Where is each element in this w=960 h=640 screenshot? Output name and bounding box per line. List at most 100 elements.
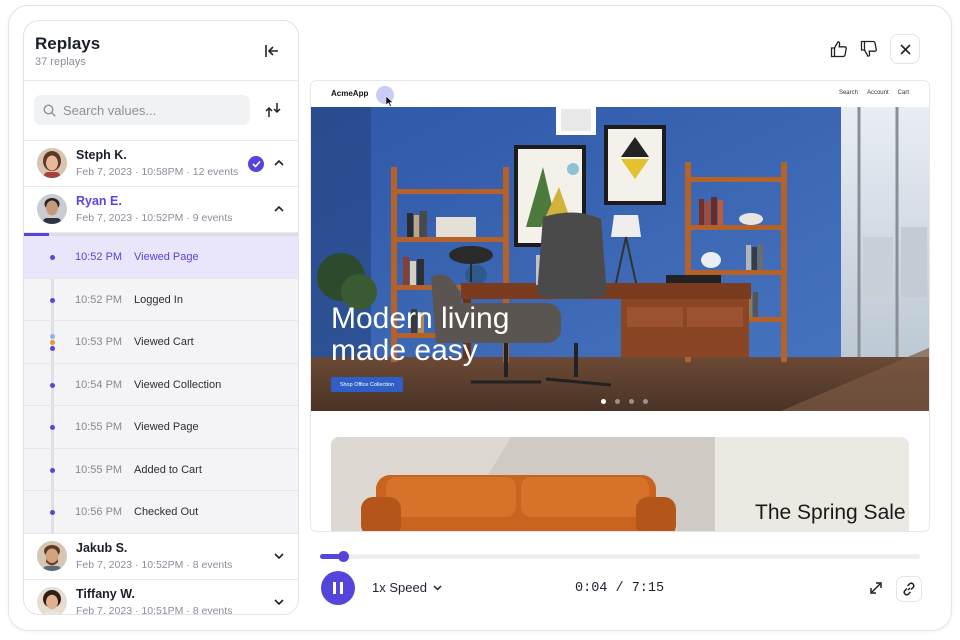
search-icon — [43, 103, 56, 117]
copy-link-button[interactable] — [896, 576, 922, 602]
carousel-dot[interactable] — [615, 399, 620, 404]
thumbs-up-button[interactable] — [824, 34, 854, 64]
event-time: 10:54 PM — [75, 378, 123, 391]
link-icon — [903, 582, 915, 596]
viewed-check-icon — [248, 156, 264, 172]
search-box — [34, 95, 250, 125]
fullscreen-button[interactable] — [866, 578, 886, 598]
event-row[interactable]: 10:52 PM Logged In — [24, 279, 298, 321]
carousel-dot[interactable] — [601, 399, 606, 404]
avatar — [37, 194, 67, 224]
replays-sidebar: Replays 37 replays Steph K. Feb 7, 2023 … — [23, 20, 299, 615]
user-meta: Feb 7, 2023 · 10:52PM · 9 events — [76, 212, 233, 224]
event-time: 10:53 PM — [75, 336, 123, 348]
event-row[interactable]: 10:56 PM Checked Out — [24, 491, 298, 534]
event-dot — [50, 382, 55, 388]
shop-collection-button[interactable]: Shop Office Collection — [331, 377, 403, 392]
site-logo: AcmeApp — [331, 89, 369, 98]
chevron-down-icon[interactable] — [272, 549, 286, 563]
event-time: 10:55 PM — [75, 421, 123, 433]
replay-row-ryan[interactable]: Ryan E. Feb 7, 2023 · 10:52PM · 9 events — [24, 187, 298, 233]
avatar — [37, 540, 67, 571]
hero-headline-line2: made easy — [331, 334, 478, 367]
chevron-up-icon[interactable] — [272, 202, 286, 216]
thumbs-up-icon — [830, 41, 847, 58]
event-label: Viewed Page — [134, 251, 199, 263]
event-label: Viewed Collection — [134, 378, 222, 391]
user-meta: Feb 7, 2023 · 10:52PM · 8 events — [76, 558, 233, 571]
promo-title: The Spring Sale — [755, 501, 906, 524]
event-time: 10:55 PM — [75, 463, 123, 476]
hero-banner: Modern living made easy Shop Office Coll… — [311, 107, 929, 411]
avatar — [37, 586, 67, 614]
avatar — [37, 148, 67, 178]
event-label: Checked Out — [134, 506, 199, 518]
user-name: Jakub S. — [76, 540, 128, 555]
close-button[interactable] — [890, 34, 920, 64]
sort-button[interactable] — [262, 99, 284, 121]
carousel-dots — [601, 399, 648, 404]
site-nav-cart[interactable]: Cart — [898, 90, 909, 96]
event-list: 10:52 PM Viewed Page 10:52 PM Logged In 10… — [24, 236, 298, 534]
event-label: Added to Cart — [134, 463, 202, 476]
pause-icon — [333, 582, 343, 594]
scrubber-handle[interactable] — [337, 551, 349, 562]
user-name: Tiffany W. — [76, 586, 135, 601]
playback-time: 0:04 / 7:15 — [575, 581, 665, 596]
event-dot — [50, 425, 55, 430]
replay-row-steph[interactable]: Steph K. Feb 7, 2023 · 10:58PM · 12 even… — [24, 141, 298, 187]
speed-label: 1x Speed — [372, 580, 427, 595]
event-cluster-dots — [50, 334, 55, 352]
event-row[interactable]: 10:52 PM Viewed Page — [24, 236, 298, 279]
user-meta: Feb 7, 2023 · 10:58PM · 12 events — [76, 166, 239, 178]
thumbs-down-icon — [860, 40, 877, 57]
hero-headline-line1: Modern living — [331, 302, 510, 335]
sidebar-header: Replays 37 replays — [24, 21, 298, 81]
speed-selector[interactable]: 1x Speed — [372, 580, 442, 595]
event-time: 10:52 PM — [75, 251, 123, 263]
collapse-left-icon — [265, 45, 278, 57]
event-label: Viewed Page — [134, 421, 199, 433]
event-label: Viewed Cart — [134, 336, 194, 348]
event-dot — [50, 467, 55, 473]
sort-icon — [265, 103, 281, 117]
thumbs-down-button[interactable] — [854, 34, 884, 64]
user-meta: Feb 7, 2023 · 10:51PM · 8 events — [76, 604, 233, 615]
playback-scrubber[interactable] — [320, 551, 920, 562]
event-time: 10:56 PM — [75, 506, 123, 518]
replay-row-jakub[interactable]: Jakub S. Feb 7, 2023 · 10:52PM · 8 event… — [24, 533, 298, 580]
carousel-dot[interactable] — [643, 399, 648, 404]
event-dot — [50, 510, 55, 515]
sidebar-title: Replays — [35, 34, 101, 53]
event-label: Logged In — [134, 293, 183, 306]
replay-count: 37 replays — [35, 56, 86, 68]
expand-icon — [870, 582, 882, 594]
chevron-down-icon[interactable] — [272, 595, 286, 609]
search-input[interactable] — [63, 102, 233, 118]
mouse-cursor-icon — [386, 96, 394, 107]
site-nav-search[interactable]: Search — [839, 90, 858, 96]
promo-banner: The Spring Sale — [331, 437, 909, 531]
search-row — [24, 81, 298, 141]
playback-progress-fill — [320, 554, 340, 559]
user-name: Ryan E. — [76, 194, 122, 208]
pause-button[interactable] — [321, 571, 355, 605]
chevron-down-icon — [433, 584, 442, 591]
user-name: Steph K. — [76, 148, 127, 162]
collapse-sidebar-button[interactable] — [262, 41, 282, 61]
close-icon — [899, 43, 911, 55]
event-dot — [50, 255, 55, 260]
site-nav-account[interactable]: Account — [867, 90, 889, 96]
replay-viewport: AcmeApp Search Account Cart Modern livin… — [310, 80, 930, 532]
event-row[interactable]: 10:54 PM Viewed Collection — [24, 364, 298, 406]
hero-headline: Modern living made easy — [331, 303, 509, 367]
event-row[interactable]: 10:53 PM Viewed Cart — [24, 321, 298, 364]
chevron-up-icon[interactable] — [272, 156, 286, 170]
event-row[interactable]: 10:55 PM Added to Cart — [24, 449, 298, 491]
event-time: 10:52 PM — [75, 293, 123, 306]
carousel-dot[interactable] — [629, 399, 634, 404]
replay-row-tiffany[interactable]: Tiffany W. Feb 7, 2023 · 10:51PM · 8 eve… — [24, 579, 298, 615]
event-dot — [50, 297, 55, 303]
event-row[interactable]: 10:55 PM Viewed Page — [24, 406, 298, 449]
site-header: AcmeApp Search Account Cart — [311, 81, 929, 107]
